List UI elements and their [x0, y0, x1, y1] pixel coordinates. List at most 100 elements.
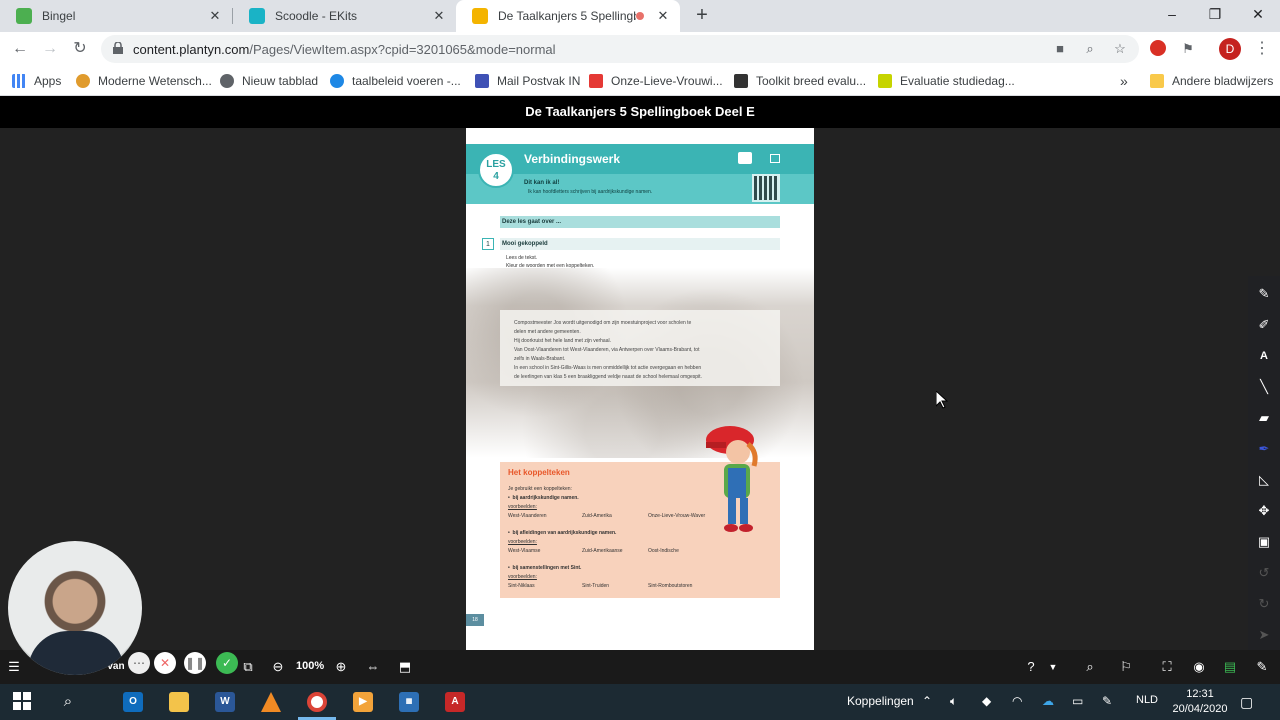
bookmark-nieuw-tabblad[interactable]: Nieuw tabblad [220, 71, 318, 91]
pause-recording-icon[interactable]: ❚❚ [184, 652, 206, 674]
pen-tool-icon[interactable]: ✎ [1252, 658, 1272, 676]
menu-dots-icon[interactable]: ⋮ [1250, 37, 1274, 61]
fullscreen-icon[interactable]: ⬒ [395, 658, 415, 676]
bookmarks-bar: Apps Moderne Wetensch... Nieuw tabblad t… [0, 66, 1280, 96]
clock[interactable]: 12:31 20/04/2020 [1170, 687, 1230, 717]
line-icon[interactable]: ╲ [1256, 379, 1272, 395]
finish-recording-icon[interactable]: ✓ [216, 652, 238, 674]
rule-heading: • bij afleidingen van aardrijkskundige n… [508, 530, 617, 536]
chrome-icon[interactable] [307, 692, 327, 712]
close-tab-icon[interactable]: ✕ [430, 7, 448, 25]
media-player-icon[interactable]: ▶ [353, 692, 373, 712]
dropbox-icon[interactable]: ◆ [982, 694, 991, 708]
vlc-icon[interactable] [261, 692, 281, 712]
battery-icon[interactable]: ▭ [1072, 694, 1083, 708]
text-icon[interactable]: A [1256, 348, 1272, 364]
book-page[interactable]: LES 4 Verbindingswerk Dit kan ik al! Ik k… [466, 128, 814, 650]
bookmark-taalbeleid[interactable]: taalbeleid voeren -... [330, 71, 461, 91]
bookmarks-overflow-button[interactable]: » [1120, 71, 1128, 91]
zoom-in-icon[interactable]: ⊕ [331, 658, 351, 676]
pencil-icon[interactable]: ✎ [1256, 286, 1272, 302]
bookmark-apps[interactable]: Apps [12, 71, 61, 91]
bookmark-star-icon[interactable]: ☆ [1111, 40, 1129, 58]
tab-taalkanjers[interactable]: De Taalkanjers 5 Spellingboe ✕ [456, 0, 680, 32]
acrobat-icon[interactable]: A [445, 692, 465, 712]
chevron-down-icon[interactable]: ▼ [1046, 658, 1060, 676]
frame-icon[interactable]: ⛶ [1156, 658, 1178, 676]
document-title: De Taalkanjers 5 Spellingboek Deel E [525, 104, 755, 119]
bookmark-icon[interactable]: ⚐ [1116, 658, 1136, 676]
search-icon[interactable]: ⌕ [1080, 658, 1100, 676]
more-icon[interactable]: ⋯ [128, 652, 150, 674]
tray-links-label[interactable]: Koppelingen [847, 694, 914, 708]
zoom-icon[interactable]: ⌕ [1081, 40, 1099, 58]
ruler-icon[interactable]: ◺ [1256, 472, 1272, 488]
mouse-cursor-icon [936, 391, 948, 409]
pen-workspace-icon[interactable]: ✎ [1102, 694, 1112, 708]
pointer-icon[interactable]: ➤ [1256, 627, 1272, 643]
eye-icon[interactable]: ◉ [1188, 658, 1210, 676]
bookmark-moderne-wetenschappen[interactable]: Moderne Wetensch... [76, 71, 212, 91]
bookmark-favicon-icon [878, 74, 892, 88]
bookmark-onze-lieve-vrouw[interactable]: Onze-Lieve-Vrouwi... [589, 71, 723, 91]
pages-icon[interactable]: ⧉ [238, 658, 258, 676]
highlighter-icon[interactable]: ✐ [1256, 317, 1272, 333]
maximize-button[interactable]: ❐ [1193, 0, 1237, 28]
zoom-out-icon[interactable]: ⊖ [268, 658, 288, 676]
help-icon[interactable]: ? [1020, 658, 1042, 676]
toolkit-icon [734, 74, 748, 88]
bookmark-mail[interactable]: Mail Postvak IN [475, 71, 580, 91]
mail-icon [475, 74, 489, 88]
redo-icon[interactable]: ↻ [1256, 596, 1272, 612]
new-tab-button[interactable]: + [690, 4, 714, 28]
extension-puzzle-icon[interactable]: ⚑ [1176, 37, 1200, 61]
move-icon[interactable]: ✥ [1256, 503, 1272, 519]
lock-icon [113, 42, 123, 54]
bookmark-folder-other[interactable]: Andere bladwijzers [1150, 71, 1273, 91]
goal-title: Dit kan ik al! [524, 180, 560, 186]
address-bar[interactable]: content.plantyn.com/Pages/ViewItem.aspx?… [101, 35, 1139, 63]
reload-icon[interactable]: ↻ [68, 37, 92, 61]
close-tab-icon[interactable]: ✕ [206, 7, 224, 25]
link-icon[interactable] [738, 152, 752, 164]
tab-scoodle[interactable]: Scoodle - EKits ✕ [233, 0, 456, 32]
profile-avatar[interactable]: D [1219, 38, 1241, 60]
search-icon[interactable]: ⌕ [58, 692, 78, 712]
forward-icon[interactable]: → [38, 37, 62, 61]
viewer-header: De Taalkanjers 5 Spellingboek Deel E [0, 96, 1280, 128]
eraser-icon[interactable]: ▰ [1256, 410, 1272, 426]
pen-blue-icon[interactable]: ✒ [1256, 441, 1272, 457]
book-icon[interactable] [770, 154, 780, 163]
windows-start-icon[interactable] [12, 692, 32, 712]
close-tab-icon[interactable]: ✕ [654, 7, 672, 25]
undo-icon[interactable]: ↺ [1256, 565, 1272, 581]
cancel-recording-icon[interactable]: ✕ [154, 652, 176, 674]
back-icon[interactable]: ← [8, 37, 32, 61]
extension-icon[interactable] [1150, 40, 1166, 56]
cloud-icon[interactable]: ☁ [1042, 694, 1054, 708]
lesson-number: 4 [493, 171, 499, 182]
word-icon[interactable]: W [215, 692, 235, 712]
outlook-icon[interactable]: O [123, 692, 143, 712]
image-icon[interactable]: ▣ [1256, 534, 1272, 550]
wifi-icon[interactable]: ◠ [1012, 694, 1022, 708]
fit-width-icon[interactable]: ⇔ [363, 658, 383, 676]
minimize-button[interactable]: – [1150, 0, 1194, 28]
bookmark-evaluatie[interactable]: Evaluatie studiedag... [878, 71, 1015, 91]
chevron-up-icon[interactable]: ⌃ [922, 694, 932, 708]
volume-icon[interactable]: 🔈︎ [950, 694, 957, 709]
save-icon[interactable]: ▤ [1220, 658, 1240, 676]
hamburger-menu-icon[interactable]: ☰ [4, 658, 24, 676]
language-indicator[interactable]: NLD [1136, 694, 1158, 706]
biblio-app-icon[interactable]: ▦ [399, 692, 419, 712]
close-window-button[interactable]: ✕ [1236, 0, 1280, 28]
file-explorer-icon[interactable] [169, 692, 189, 712]
text-line: Compostmeester Jos wordt uitgenodigd om … [514, 320, 692, 326]
bookmark-toolkit[interactable]: Toolkit breed evalu... [734, 71, 866, 91]
bookmark-label: taalbeleid voeren -... [352, 74, 461, 88]
tab-bingel[interactable]: Bingel ✕ [0, 0, 232, 32]
example-word: West-Vlaamse [508, 548, 541, 554]
bookmark-label: Andere bladwijzers [1172, 74, 1274, 88]
notifications-icon[interactable]: ▢ [1240, 694, 1253, 711]
camera-icon[interactable]: ■ [1051, 40, 1069, 58]
